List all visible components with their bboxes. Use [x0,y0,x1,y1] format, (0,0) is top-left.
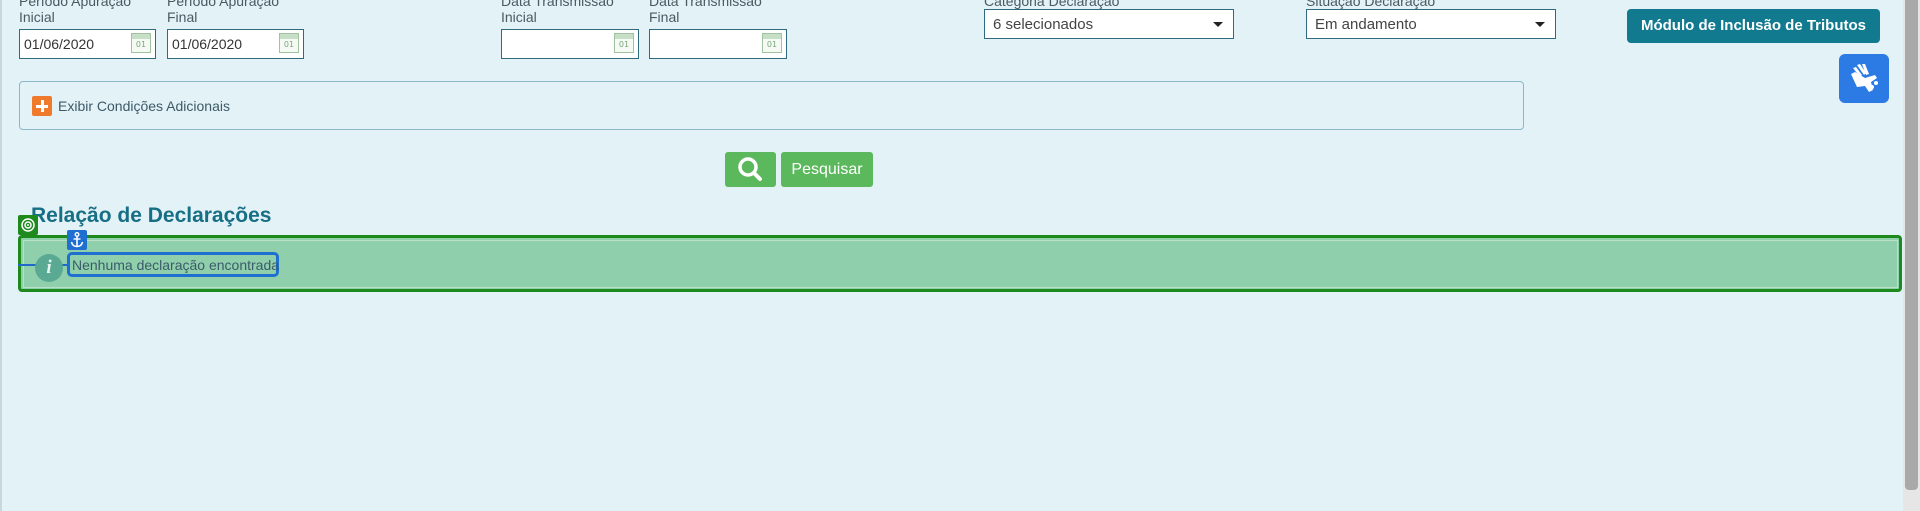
additional-conditions-panel: Exibir Condições Adicionais [19,81,1524,130]
categoria-selected-value: 6 selecionados [993,16,1094,33]
plus-icon[interactable] [32,96,52,116]
sign-language-icon[interactable] [1839,54,1889,103]
periodo-final-input[interactable]: 01/06/2020 01 [167,29,304,59]
anchor-icon[interactable] [67,230,87,250]
transmissao-final-input[interactable]: 01 [649,29,787,59]
empty-message: Nenhuma declaração encontrada [72,257,280,273]
search-icon [738,157,762,181]
modulo-inclusao-tributos-button[interactable]: Módulo de Inclusão de Tributos [1627,9,1880,43]
situacao-select[interactable]: Em andamento [1306,9,1556,39]
transmissao-inicial-label: Inicial [501,9,537,25]
categoria-select[interactable]: 6 selecionados [984,9,1234,39]
scrollbar-thumb[interactable] [1905,0,1918,490]
search-icon-button[interactable] [725,152,776,187]
transmissao-inicial-input[interactable]: 01 [501,29,639,59]
periodo-inicial-value: 01/06/2020 [24,36,95,52]
calendar-icon[interactable]: 01 [762,33,782,53]
periodo-inicial-input[interactable]: 01/06/2020 01 [19,29,156,59]
empty-result-alert [23,240,1898,288]
page-edge [0,0,2,511]
transmissao-final-label: Final [649,9,680,25]
chevron-down-icon [1213,22,1223,27]
chevron-down-icon [1535,22,1545,27]
situacao-selected-value: Em andamento [1315,16,1417,33]
periodo-final-label: Final [167,9,198,25]
periodo-inicial-label: Inicial [19,9,55,25]
target-icon[interactable] [18,215,38,235]
section-title: Relação de Declarações [31,204,272,227]
calendar-icon[interactable]: 01 [131,33,151,53]
calendar-icon[interactable]: 01 [279,33,299,53]
additional-conditions-toggle[interactable]: Exibir Condições Adicionais [58,96,230,116]
calendar-icon[interactable]: 01 [614,33,634,53]
periodo-final-value: 01/06/2020 [172,36,243,52]
search-button[interactable]: Pesquisar [781,152,873,187]
info-icon: i [35,254,63,282]
